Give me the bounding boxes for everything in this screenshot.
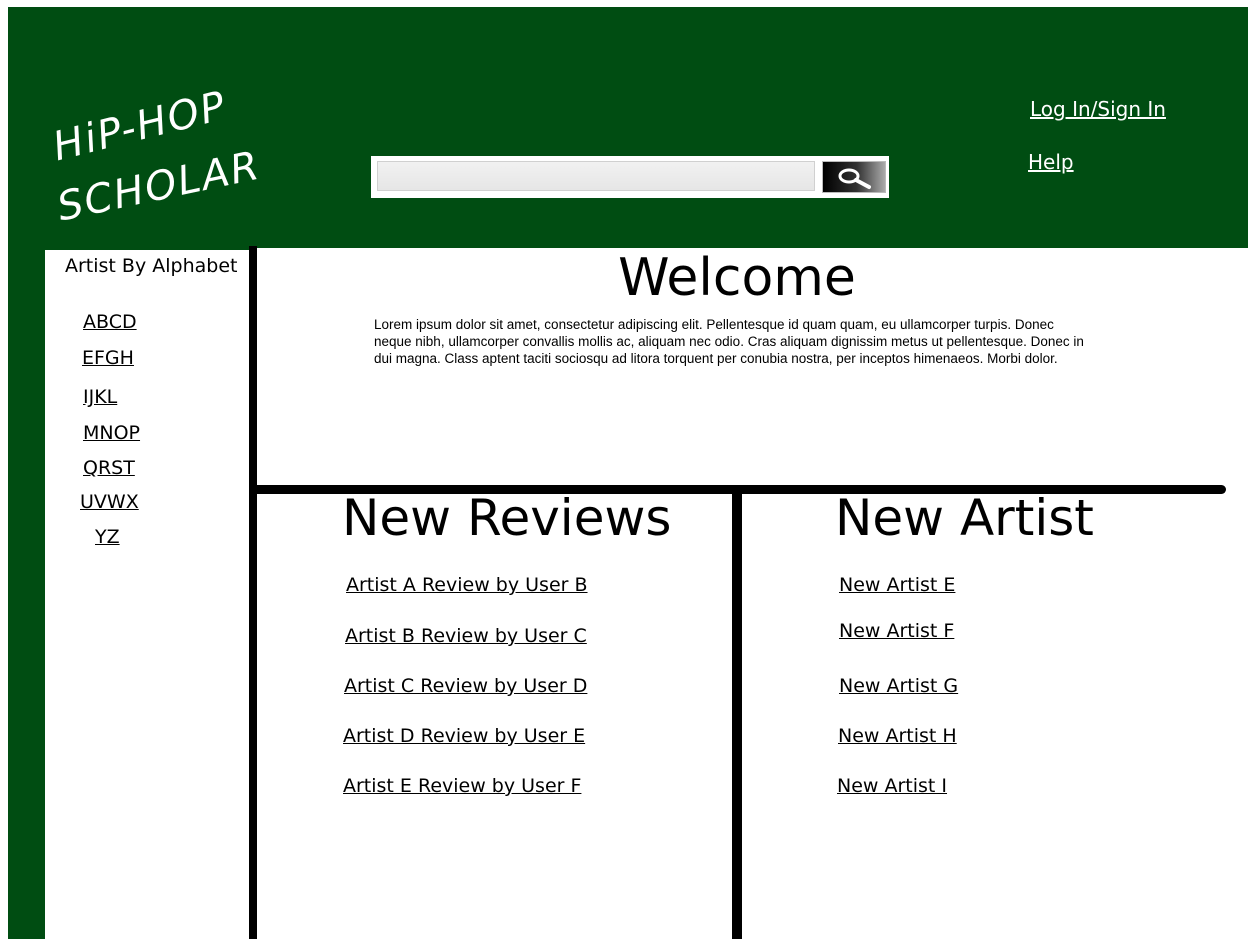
welcome-text: Lorem ipsum dolor sit amet, consectetur … — [374, 317, 1084, 366]
magnifier-icon — [838, 168, 871, 189]
sidebar-item-ijkl[interactable]: IJKL — [83, 386, 117, 408]
section-divider-vertical — [732, 485, 742, 939]
sidebar-item-yz[interactable]: YZ — [95, 526, 120, 548]
review-link-3[interactable]: Artist C Review by User D — [344, 675, 587, 697]
review-link-4[interactable]: Artist D Review by User E — [343, 725, 585, 747]
artist-link-g[interactable]: New Artist G — [839, 675, 958, 697]
sidebar-divider — [249, 246, 257, 939]
help-link[interactable]: Help — [1028, 150, 1074, 174]
sidebar-item-mnop[interactable]: MNOP — [83, 422, 140, 444]
sidebar: Artist By Alphabet ABCD EFGH IJKL MNOP Q… — [45, 250, 249, 939]
new-reviews-title: New Reviews — [342, 489, 672, 547]
artist-link-i[interactable]: New Artist I — [837, 775, 947, 797]
artist-link-h[interactable]: New Artist H — [838, 725, 957, 747]
artist-link-e[interactable]: New Artist E — [839, 574, 955, 596]
review-link-5[interactable]: Artist E Review by User F — [343, 775, 581, 797]
sidebar-item-uvwx[interactable]: UVWX — [80, 491, 139, 513]
welcome-title: Welcome — [618, 248, 856, 308]
site-logo[interactable]: HiP-HOP SCHOLAR — [48, 83, 290, 245]
sidebar-item-abcd[interactable]: ABCD — [83, 311, 137, 333]
login-link[interactable]: Log In/Sign In — [1030, 97, 1166, 121]
search-bar — [371, 156, 889, 198]
sidebar-title: Artist By Alphabet — [65, 255, 238, 277]
search-input[interactable] — [377, 161, 815, 191]
sidebar-item-qrst[interactable]: QRST — [83, 457, 135, 479]
review-link-2[interactable]: Artist B Review by User C — [345, 625, 587, 647]
artist-link-f[interactable]: New Artist F — [839, 620, 954, 642]
search-button[interactable] — [822, 161, 886, 193]
new-artist-title: New Artist — [835, 489, 1094, 547]
review-link-1[interactable]: Artist A Review by User B — [346, 574, 588, 596]
sidebar-item-efgh[interactable]: EFGH — [82, 347, 134, 369]
